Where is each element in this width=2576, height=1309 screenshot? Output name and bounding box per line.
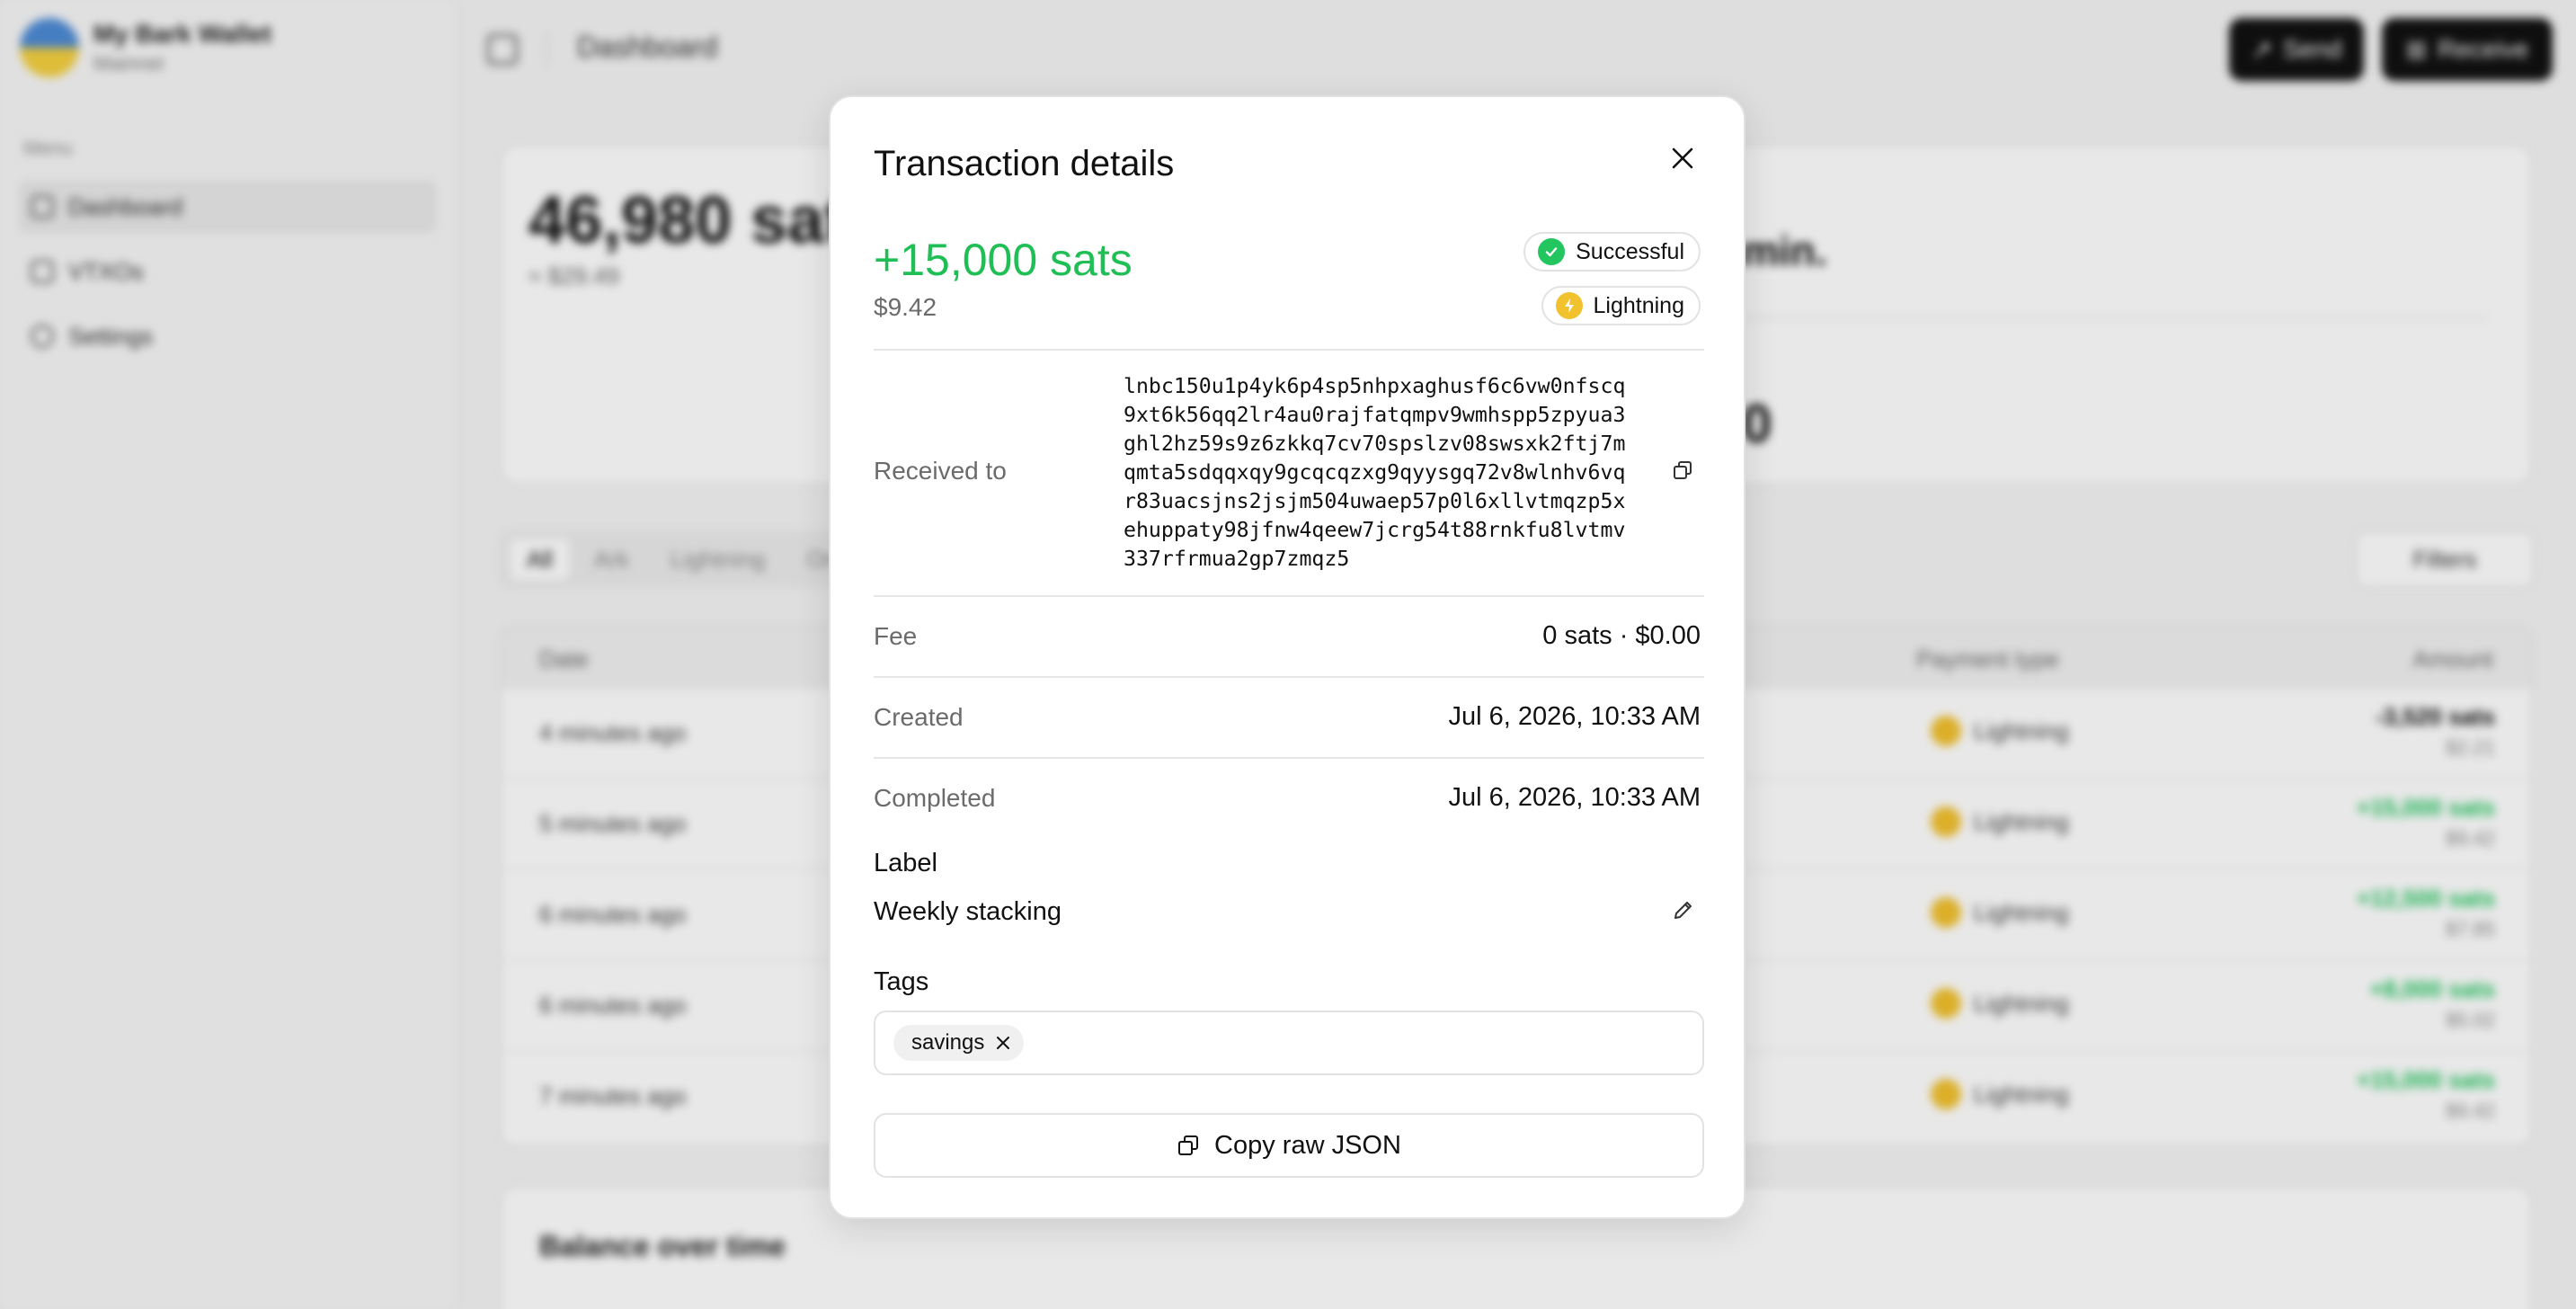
copy-icon	[1178, 1135, 1199, 1155]
completed-value: Jul 6, 2026, 10:33 AM	[1448, 783, 1701, 812]
transaction-amount: +15,000 sats	[874, 235, 1133, 285]
remove-tag-button[interactable]	[995, 1035, 1011, 1051]
label-value: Weekly stacking	[874, 897, 1061, 926]
tag-chip: savings	[893, 1025, 1025, 1061]
invoice-line: 337rfrmua2gp7zmqz5	[1124, 547, 1350, 571]
invoice-line: ghl2hz59s9z6zkkq7cv70spslzv08swsxk2ftj7m	[1124, 432, 1626, 456]
close-icon	[1672, 147, 1693, 169]
divider	[874, 595, 1704, 597]
status-badge-label: Successful	[1576, 238, 1684, 264]
tags-input[interactable]: savings	[874, 1011, 1704, 1075]
dialog-title: Transaction details	[874, 144, 1175, 183]
copy-raw-json-label: Copy raw JSON	[1214, 1130, 1401, 1160]
close-icon	[997, 1037, 1010, 1049]
divider	[874, 757, 1704, 759]
tags-heading: Tags	[874, 967, 929, 996]
invoice-line: 9xt6k56qq2lr4au0rajfatqmpv9wmhspp5zpyua3	[1124, 403, 1626, 427]
label-heading: Label	[874, 849, 937, 877]
copy-raw-json-button[interactable]: Copy raw JSON	[874, 1113, 1704, 1178]
payment-method-badge: Lightning	[1541, 286, 1701, 325]
invoice-line: lnbc150u1p4yk6p4sp5nhpxaghusf6c6vw0nfscq	[1124, 374, 1626, 398]
close-button[interactable]	[1663, 138, 1702, 178]
invoice-line: qmta5sdqqxqy9gcqcqzxg9qyysgq72v8wlnhv6vq	[1124, 460, 1626, 485]
fee-value: 0 sats · $0.00	[1542, 621, 1701, 650]
completed-label: Completed	[874, 784, 996, 812]
copy-icon[interactable]	[1673, 460, 1692, 480]
divider	[874, 676, 1704, 678]
lightning-icon	[1555, 292, 1583, 319]
transaction-amount-fiat: $9.42	[874, 293, 937, 321]
status-badge: Successful	[1523, 232, 1701, 272]
divider	[874, 349, 1704, 351]
transaction-details-dialog: Transaction details +15,000 sats $9.42 S…	[829, 95, 1745, 1219]
created-value: Jul 6, 2026, 10:33 AM	[1448, 702, 1701, 731]
received-to-label: Received to	[874, 457, 1007, 485]
invoice-line: r83uacsjns2jsjm504uwaep57p0l6xllvtmqzp5x	[1124, 489, 1626, 513]
created-label: Created	[874, 703, 964, 731]
invoice-text[interactable]: lnbc150u1p4yk6p4sp5nhpxaghusf6c6vw0nfscq…	[1124, 372, 1663, 574]
tag-label: savings	[911, 1030, 985, 1055]
pencil-icon[interactable]	[1672, 898, 1695, 922]
check-circle-icon	[1538, 238, 1566, 265]
invoice-line: ehuppaty98jfnw4qeew7jcrg54t88rnkfu8lvtmv	[1124, 518, 1626, 542]
fee-label: Fee	[874, 622, 918, 650]
payment-method-label: Lightning	[1593, 292, 1684, 318]
